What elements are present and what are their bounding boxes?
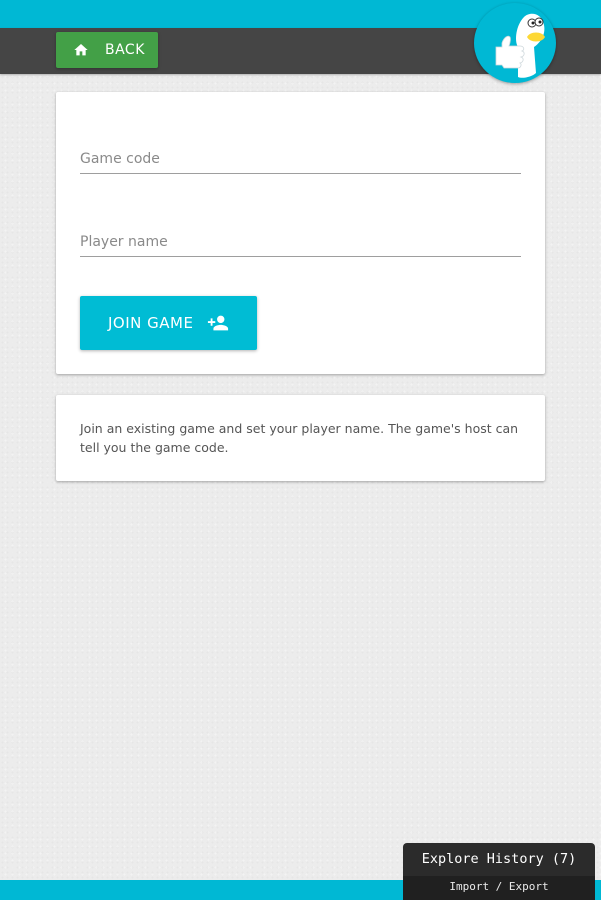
back-button-label: BACK <box>105 42 145 58</box>
explore-history-panel: Explore History (7) Import / Export <box>403 843 595 900</box>
game-code-input[interactable] <box>80 151 521 167</box>
add-person-icon <box>207 312 229 334</box>
player-name-input[interactable] <box>80 234 521 250</box>
explore-history-button[interactable]: Explore History (7) <box>403 851 595 867</box>
info-text: Join an existing game and set your playe… <box>80 421 519 455</box>
join-game-label: JOIN GAME <box>108 314 194 332</box>
player-name-field <box>80 220 521 257</box>
import-export-button[interactable]: Import / Export <box>403 876 595 900</box>
thumbs-up-duck-icon <box>495 13 545 78</box>
logo[interactable] <box>474 3 556 83</box>
back-button[interactable]: BACK <box>56 32 158 68</box>
info-card: Join an existing game and set your playe… <box>56 395 545 481</box>
game-code-field <box>80 137 521 174</box>
join-form-card: JOIN GAME <box>56 92 545 374</box>
join-game-button[interactable]: JOIN GAME <box>80 296 257 350</box>
home-icon <box>72 41 90 59</box>
